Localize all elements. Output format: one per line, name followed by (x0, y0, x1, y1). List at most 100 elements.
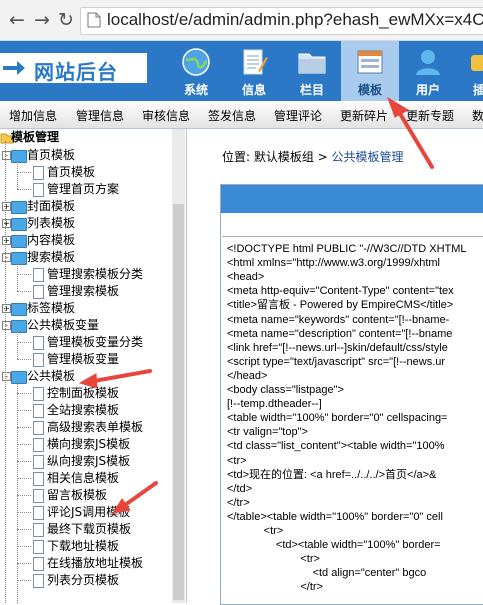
code-line: <td>现在的位置: <a href=../../../>首页</a>& (227, 468, 437, 481)
menu-sign-info[interactable]: 签发信息 (208, 107, 256, 124)
tree-connector (17, 359, 31, 360)
tree-connector (17, 274, 31, 275)
menu-more[interactable]: 数 (472, 107, 483, 124)
collapse-icon[interactable]: - (2, 372, 11, 381)
document-icon (33, 574, 44, 588)
notepad-icon (243, 49, 268, 75)
document-icon (33, 489, 44, 503)
tree-item-label: 管理搜索模板 (47, 284, 120, 298)
expand-icon[interactable]: + (2, 202, 11, 211)
tree-item-label: 首页模板 (27, 148, 76, 162)
tree-item-label: 管理模板变量分类 (47, 335, 144, 349)
document-icon (33, 455, 44, 469)
tree-connector (17, 393, 31, 394)
nav-column[interactable]: 栏目 (283, 41, 341, 101)
code-line: <body class="listpage"> (227, 384, 344, 396)
code-line: <meta name="description" content="[!--bn… (227, 327, 453, 340)
nav-template[interactable]: 模板 (341, 41, 399, 101)
tree-item-label: 在线播放地址模板 (47, 556, 144, 570)
back-icon[interactable]: ← (6, 9, 28, 31)
tree-item-label: 首页模板 (47, 165, 96, 179)
tree-connector (17, 410, 31, 411)
tree-connector (17, 512, 31, 513)
menu-update-fragments[interactable]: 更新碎片 (340, 107, 388, 124)
document-icon (33, 404, 44, 418)
tree-connector (17, 189, 31, 190)
nav-plugin[interactable]: 插 (457, 41, 483, 101)
collapse-icon[interactable]: - (2, 321, 11, 330)
tree-item-label: 列表分页模板 (47, 573, 120, 587)
nav-system[interactable]: 系统 (167, 41, 225, 101)
code-line: <td><table width="100%" border= (227, 539, 441, 552)
code-line: <tr valign="top"> (227, 426, 308, 439)
tree-connector (17, 444, 31, 445)
tree-connector (17, 495, 31, 496)
tree-item-label: 管理模板变量 (47, 352, 120, 366)
reload-icon[interactable]: ↻ (55, 9, 77, 31)
tree-item-label: 控制面板模板 (47, 386, 120, 400)
forward-icon[interactable]: → (31, 9, 53, 31)
folder-icon (11, 371, 27, 384)
code-line: <td class="list_content"><table width="1… (227, 440, 445, 453)
menu-manage-info[interactable]: 管理信息 (76, 107, 124, 124)
code-line: <meta http-equiv="Content-Type" content=… (227, 285, 454, 298)
tree-item-label: 评论JS调用模板 (47, 505, 131, 519)
template-code-textarea[interactable]: <!DOCTYPE html PUBLIC "-//W3C//DTD XHTML… (222, 236, 483, 604)
document-icon (33, 166, 44, 180)
document-icon (33, 336, 44, 350)
folder-icon (11, 218, 27, 231)
tree-item-label: 下载地址模板 (47, 539, 120, 553)
expand-icon[interactable]: + (2, 304, 11, 313)
tree-item-label: 全站搜索模板 (47, 403, 120, 417)
tree-item-label: 相关信息模板 (47, 471, 120, 485)
collapse-icon[interactable]: - (2, 151, 11, 160)
tree-item-label: 公共模板 (27, 369, 76, 383)
arrow-right-icon (3, 61, 25, 75)
breadcrumb-link[interactable]: 公共模板管理 (332, 150, 404, 164)
document-icon (33, 285, 44, 299)
tree-item-label: 内容模板 (27, 233, 76, 247)
nav-info[interactable]: 信息 (225, 41, 283, 101)
code-line: <script type="text/javascript" src="[!--… (227, 355, 446, 368)
nav-user-label: 用户 (415, 83, 440, 97)
globe-icon (182, 48, 210, 76)
plugin-icon (471, 55, 483, 71)
nav-plugin-label: 插 (473, 83, 483, 97)
tree-scroll-thumb[interactable] (173, 204, 184, 600)
tree-item-label: 横向搜索JS模板 (47, 437, 131, 451)
collapse-icon[interactable]: - (2, 253, 11, 262)
expand-icon[interactable]: + (2, 219, 11, 228)
address-bar[interactable]: localhost/e/admin/admin.php?ehash_ewMXx=… (80, 7, 483, 35)
template-icon (357, 50, 383, 74)
document-icon (33, 353, 44, 367)
code-line: <table width="100%" border="0" cellspaci… (227, 412, 448, 425)
document-icon (33, 472, 44, 486)
brand-banner: 网站后台 (0, 53, 147, 84)
menu-update-topics[interactable]: 更新专题 (406, 107, 454, 124)
code-line: <link href="[!--news.url--]skin/default/… (227, 341, 448, 354)
document-icon (33, 421, 44, 435)
menu-add-info[interactable]: 增加信息 (9, 107, 57, 124)
menu-manage-comments[interactable]: 管理评论 (274, 107, 322, 124)
tree-root-label: 模板管理 (11, 130, 60, 144)
code-line: <tr> (227, 525, 284, 537)
tree-item-label: 标签模板 (27, 301, 76, 315)
tree-item-label: 纵向搜索JS模板 (47, 454, 131, 468)
tree-connector (17, 563, 31, 564)
code-line: <meta name="keywords" content="[!--bname… (227, 313, 450, 326)
expand-icon[interactable]: + (2, 236, 11, 245)
tree-connector (17, 461, 31, 462)
document-icon (33, 540, 44, 554)
tree-connector (17, 427, 31, 428)
tree-item-label: 最终下载页模板 (47, 522, 132, 536)
menu-review-info[interactable]: 审核信息 (142, 107, 190, 124)
code-line: <td align="center" bgco (227, 567, 427, 580)
folder-icon (11, 201, 27, 214)
document-icon (33, 506, 44, 520)
nav-user[interactable]: 用户 (399, 41, 457, 101)
brand-title: 网站后台 (34, 60, 118, 84)
tree-connector (17, 546, 31, 547)
folder-icon (11, 303, 27, 316)
document-icon (33, 183, 44, 197)
nav-column-label: 栏目 (299, 83, 324, 97)
